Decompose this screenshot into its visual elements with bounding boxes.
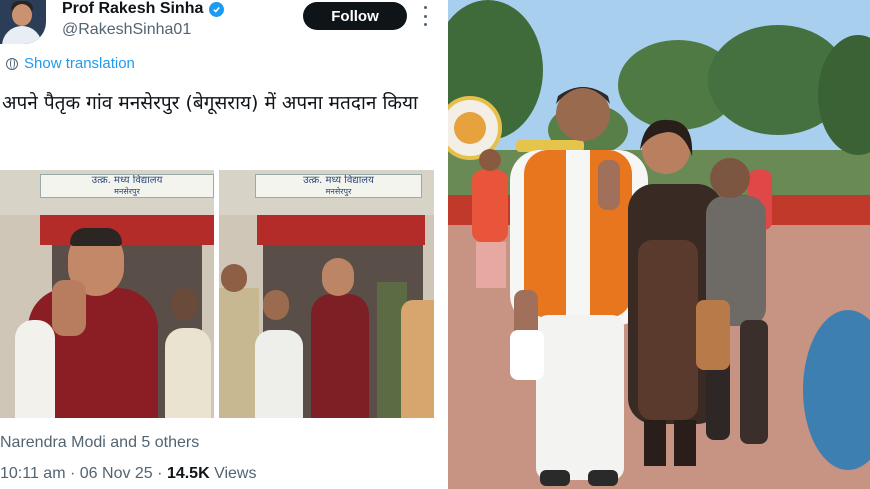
school-sign-line2: मनसेरपुर — [325, 187, 352, 196]
more-options-icon[interactable] — [420, 6, 430, 26]
door-frame — [257, 215, 425, 245]
main-person-vest — [311, 294, 369, 418]
show-translation-link[interactable]: Show translation — [6, 55, 135, 72]
bystander — [401, 300, 434, 418]
meta-separator: · — [157, 465, 163, 482]
avatar[interactable] — [0, 0, 46, 44]
globe-translate-icon — [6, 57, 18, 70]
school-sign: उत्क्र. मध्य विद्यालय मनसेरपुर — [255, 174, 422, 198]
views-label: Views — [214, 465, 257, 482]
tweet-time[interactable]: 10:11 am — [0, 465, 66, 482]
school-sign: उत्क्र. मध्य विद्यालय मनसेरपुर — [40, 174, 214, 198]
meta-separator: · — [69, 465, 76, 482]
school-sign-line1: उत्क्र. मध्य विद्यालय — [91, 175, 163, 186]
person-hair — [70, 228, 122, 246]
bystander-head — [172, 288, 198, 320]
follow-button[interactable]: Follow — [303, 2, 407, 30]
views-count: 14.5K — [166, 465, 210, 482]
verified-badge-icon[interactable] — [209, 1, 225, 17]
tweet-date[interactable]: 06 Nov 25 — [80, 465, 153, 482]
user-handle[interactable]: @RakeshSinha01 — [62, 21, 191, 39]
school-sign-line1: उत्क्र. मध्य विद्यालय — [303, 175, 374, 186]
school-sign-line2: मनसेरपुर — [114, 187, 140, 196]
policeman-head — [221, 264, 247, 292]
voting-photo — [448, 0, 870, 489]
tweet-photo-1[interactable]: उत्क्र. मध्य विद्यालय मनसेरपुर — [0, 170, 214, 418]
policeman — [219, 288, 259, 418]
translate-label: Show translation — [24, 55, 135, 72]
tweet-card: Prof Rakesh Sinha @RakeshSinha01 Follow … — [0, 0, 448, 489]
tweet-photo-2[interactable]: उत्क्र. मध्य विद्यालय मनसेरपुर — [219, 170, 434, 418]
voting-photo-illustration — [448, 0, 870, 489]
liked-by-text[interactable]: Narendra Modi and 5 others — [0, 434, 199, 452]
tweet-metadata: 10:11 am · 06 Nov 25 · 14.5K Views — [0, 465, 256, 483]
door-frame — [40, 215, 214, 245]
avatar-face — [12, 4, 32, 26]
display-name-row[interactable]: Prof Rakesh Sinha — [62, 0, 225, 18]
inked-finger-hand — [52, 280, 86, 336]
elder-head — [263, 290, 289, 320]
display-name[interactable]: Prof Rakesh Sinha — [62, 0, 203, 18]
person-sleeve — [15, 320, 55, 418]
elder-man — [255, 330, 303, 418]
main-person-head — [322, 258, 354, 296]
avatar-shoulders — [2, 26, 42, 44]
bystander — [165, 328, 211, 418]
tweet-text: अपने पैतृक गांव मनसेरपुर (बेगूसराय) में … — [2, 92, 418, 114]
